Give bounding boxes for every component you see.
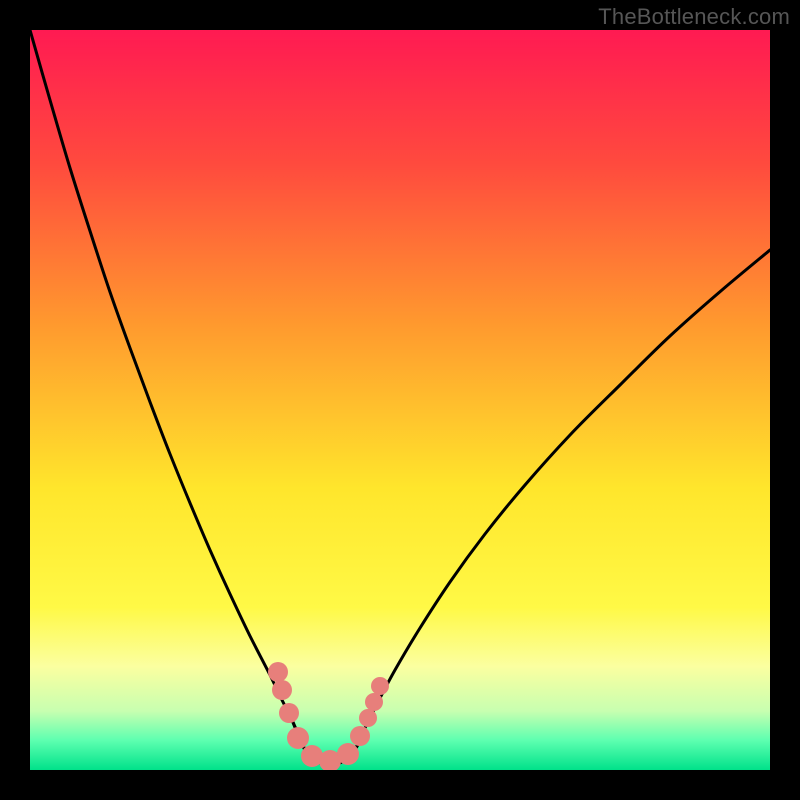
marker-dot — [279, 703, 299, 723]
watermark-text: TheBottleneck.com — [598, 4, 790, 30]
marker-dot — [272, 680, 292, 700]
marker-dot — [350, 726, 370, 746]
frame-background: TheBottleneck.com — [0, 0, 800, 800]
marker-dot — [365, 693, 383, 711]
marker-dot — [268, 662, 288, 682]
plot-area — [30, 30, 770, 770]
marker-dot — [371, 677, 389, 695]
marker-dot — [287, 727, 309, 749]
marker-dot — [359, 709, 377, 727]
marker-dot — [337, 743, 359, 765]
chart-svg — [30, 30, 770, 770]
